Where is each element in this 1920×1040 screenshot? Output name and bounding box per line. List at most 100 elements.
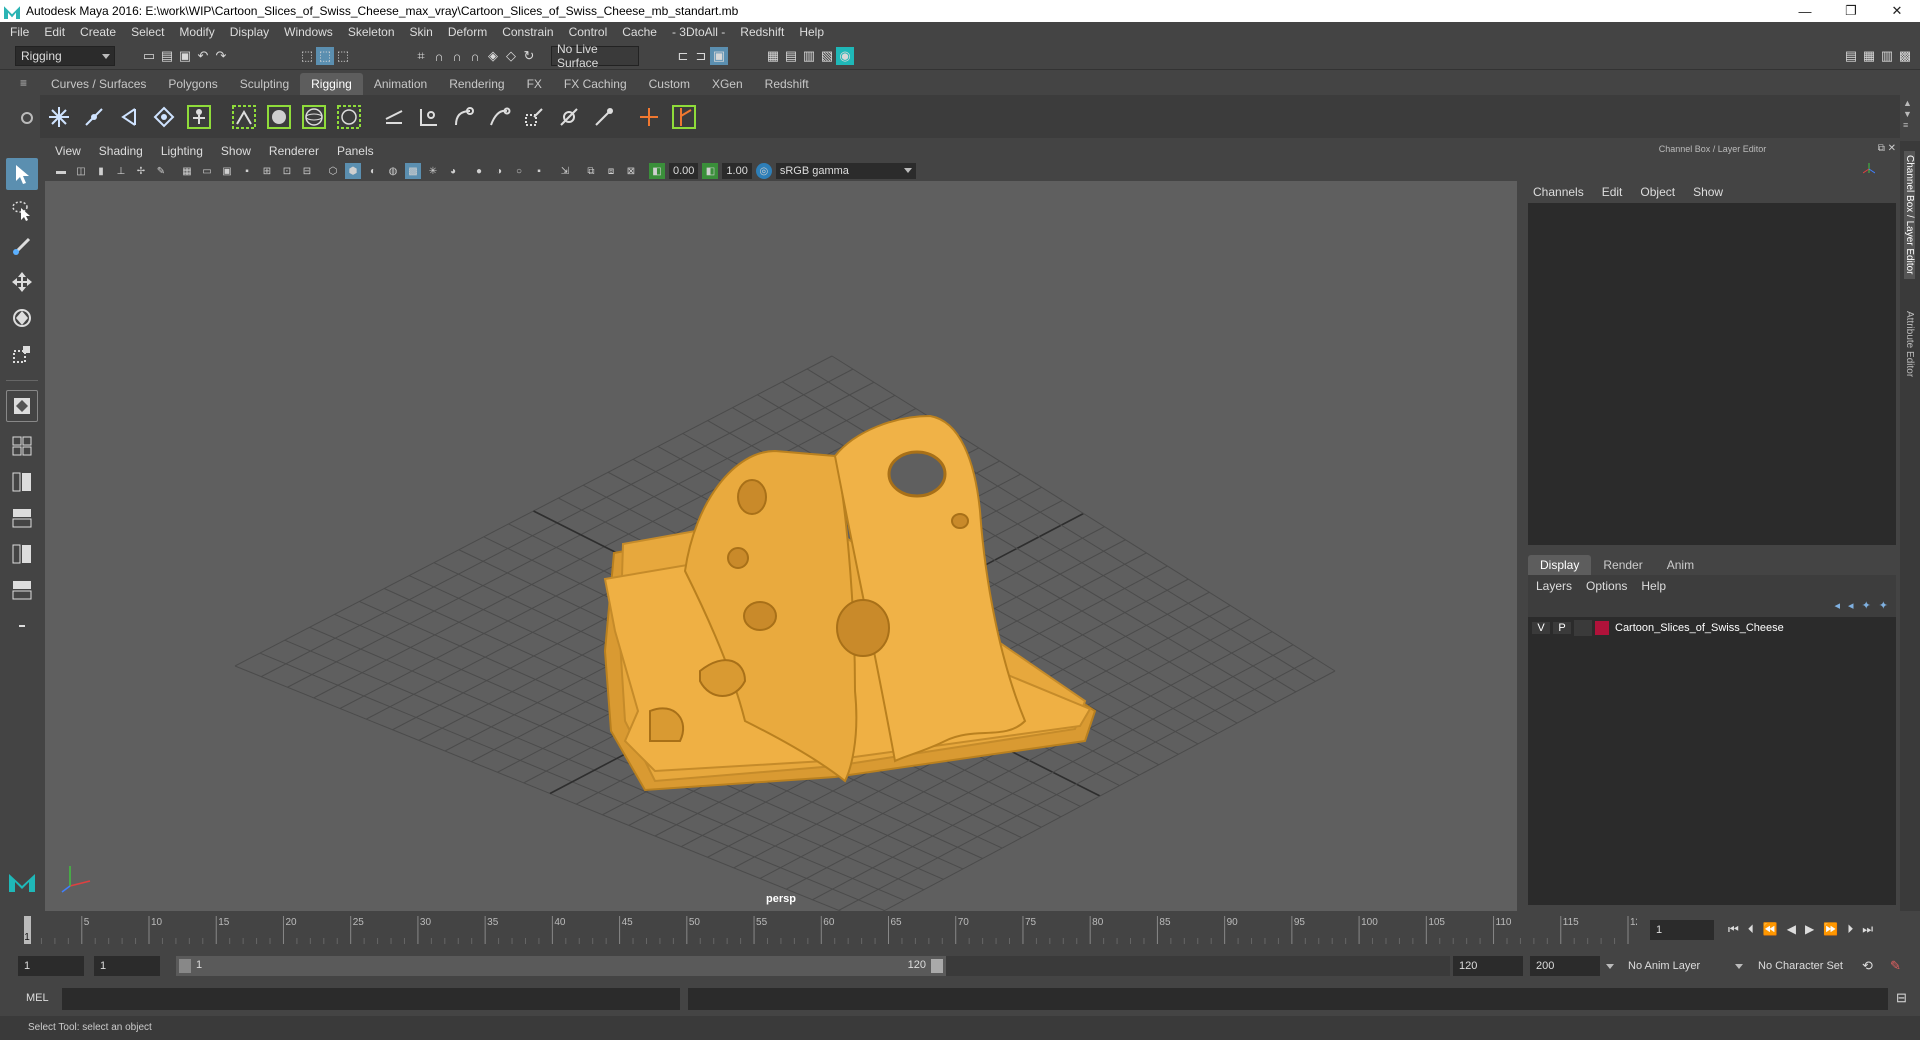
snap-point-icon[interactable]: ∩ (448, 47, 466, 65)
xray-icon[interactable]: ▩ (405, 163, 421, 179)
layer-tab-display[interactable]: Display (1528, 555, 1592, 575)
viewport-menu-show[interactable]: Show (221, 144, 251, 158)
layer-visibility-toggle[interactable]: V (1532, 622, 1550, 634)
interactive-bind-icon[interactable] (299, 102, 329, 132)
close-button[interactable]: ✕ (1874, 0, 1920, 22)
layer-tab-render[interactable]: Render (1591, 555, 1654, 575)
four-view-layout-icon[interactable] (6, 430, 38, 462)
object-menu[interactable]: Object (1640, 185, 1675, 199)
shelf-tab-xgen[interactable]: XGen (701, 73, 754, 95)
layers-menu[interactable]: Layers (1536, 579, 1572, 593)
construction-history-icon[interactable]: ▣ (710, 47, 728, 65)
color-management-icon[interactable]: ◎ (755, 163, 772, 179)
isolate-select-icon[interactable]: ⇲ (557, 163, 573, 179)
undo-icon[interactable]: ↶ (194, 47, 212, 65)
mel-input[interactable] (62, 988, 680, 1010)
two-d-pan-icon[interactable]: ✢ (133, 163, 149, 179)
ipr-render-icon[interactable]: ▥ (800, 47, 818, 65)
gate-mask-icon[interactable]: ▪ (239, 163, 255, 179)
options-menu[interactable]: Options (1586, 579, 1627, 593)
range-slider-end-handle[interactable] (931, 959, 943, 973)
move-layer-down-icon[interactable]: ◂ (1848, 599, 1854, 612)
grease-pencil-icon[interactable]: ✎ (153, 163, 169, 179)
render-frame-icon[interactable]: ▤ (782, 47, 800, 65)
motion-blur-icon[interactable]: ◑ (491, 163, 507, 179)
open-scene-icon[interactable]: ▤ (158, 47, 176, 65)
go-to-end-icon[interactable]: ⏭ (1862, 922, 1873, 937)
lights-icon[interactable]: ✳ (425, 163, 441, 179)
field-chart-icon[interactable]: ⊞ (259, 163, 275, 179)
play-backwards-icon[interactable]: ◀ (1787, 922, 1796, 937)
playback-start-field[interactable]: 1 (94, 956, 160, 976)
input-ops-icon[interactable]: ⊏ (674, 47, 692, 65)
live-surface-field[interactable]: No Live Surface (551, 42, 639, 70)
menu-cache[interactable]: Cache (622, 25, 657, 39)
snap-surface-icon[interactable]: ◈ (484, 47, 502, 65)
shelf-tab-animation[interactable]: Animation (363, 73, 438, 95)
new-layer-icon[interactable]: ✦ (1862, 599, 1871, 612)
color-space-dropdown[interactable]: sRGB gamma (775, 163, 916, 179)
locator-icon[interactable] (379, 102, 409, 132)
anim-layer-dropdown[interactable]: No Anim Layer (1622, 956, 1747, 976)
camera-select-icon[interactable]: ▬ (53, 163, 69, 179)
layer-playback-toggle[interactable]: P (1553, 622, 1571, 634)
menu-modify[interactable]: Modify (179, 25, 214, 39)
tool-settings-toggle-icon[interactable]: ▥ (1878, 47, 1896, 65)
edit-menu[interactable]: Edit (1602, 185, 1623, 199)
menuset-dropdown[interactable]: Rigging (15, 46, 115, 66)
shelf-scroll-icon[interactable]: ▲ ▼ ≡ (1903, 98, 1912, 131)
smooth-shade-icon[interactable]: ⬢ (345, 163, 361, 179)
animation-end-field[interactable]: 200 (1530, 956, 1600, 976)
auto-key-icon[interactable]: ⟲ (1862, 958, 1873, 974)
paint-weights-icon[interactable] (334, 102, 364, 132)
paint-select-icon[interactable] (6, 230, 38, 262)
menu-windows[interactable]: Windows (284, 25, 333, 39)
quick-rig-icon[interactable] (184, 102, 214, 132)
camera-attributes-icon[interactable]: ◫ (73, 163, 89, 179)
playback-end-field[interactable]: 120 (1453, 956, 1523, 976)
shelf-tab-fx-caching[interactable]: FX Caching (553, 73, 638, 95)
shelf-tab-redshift[interactable]: Redshift (754, 73, 820, 95)
select-tool-icon[interactable] (6, 158, 38, 190)
save-scene-icon[interactable]: ▣ (176, 47, 194, 65)
safe-title-icon[interactable]: ⊟ (299, 163, 315, 179)
menu-help[interactable]: Help (799, 25, 824, 39)
gamma-field[interactable]: 1.00 (722, 163, 752, 179)
step-forward-icon[interactable]: ⏵ (1847, 922, 1853, 937)
menu-3dtoall[interactable]: - 3DtoAll - (672, 25, 725, 39)
create-joints-icon[interactable] (44, 102, 74, 132)
menu-skin[interactable]: Skin (410, 25, 433, 39)
maya-home-icon[interactable] (6, 865, 38, 897)
character-set-dropdown[interactable]: No Character Set (1752, 956, 1860, 976)
shelf-menu-icon[interactable]: ≡ (20, 76, 34, 90)
grid-toggle-icon[interactable]: ▦ (179, 163, 195, 179)
redo-icon[interactable]: ↷ (212, 47, 230, 65)
animation-start-field[interactable]: 1 (18, 956, 84, 976)
viewport-menu-lighting[interactable]: Lighting (161, 144, 203, 158)
aim-constraint-icon[interactable] (554, 102, 584, 132)
film-gate-icon[interactable]: ▭ (199, 163, 215, 179)
step-back-key-icon[interactable]: ⏪ (1763, 922, 1778, 937)
menu-display[interactable]: Display (230, 25, 269, 39)
image-plane-icon[interactable]: ⊥ (113, 163, 129, 179)
new-layer-selected-icon[interactable]: ✦ (1879, 599, 1888, 612)
parent-constraint-icon[interactable] (414, 102, 444, 132)
side-tab-channel-box[interactable]: Channel Box / Layer Editor (1904, 151, 1915, 279)
step-forward-key-icon[interactable]: ⏩ (1823, 922, 1838, 937)
backface-icon[interactable]: ⊠ (623, 163, 639, 179)
single-perspective-layout-icon[interactable] (6, 390, 38, 422)
modeling-toolkit-icon[interactable]: ▤ (1842, 47, 1860, 65)
scale-tool-icon[interactable] (6, 338, 38, 370)
ambient-occlusion-icon[interactable]: ● (471, 163, 487, 179)
insert-joint-icon[interactable] (79, 102, 109, 132)
anti-aliasing-icon[interactable]: ○ (511, 163, 527, 179)
render-view-icon[interactable]: ▦ (764, 47, 782, 65)
point-constraint-icon[interactable] (449, 102, 479, 132)
move-layer-up-icon[interactable]: ◂ (1835, 599, 1841, 612)
hypershade-icon[interactable]: ◉ (836, 47, 854, 65)
menu-deform[interactable]: Deform (448, 25, 487, 39)
select-hierarchy-icon[interactable]: ⬚ (298, 47, 316, 65)
restore-button[interactable]: ❐ (1828, 0, 1874, 22)
shadows-icon[interactable]: ◕ (445, 163, 461, 179)
shelf-tab-curves-surfaces[interactable]: Curves / Surfaces (40, 73, 157, 95)
